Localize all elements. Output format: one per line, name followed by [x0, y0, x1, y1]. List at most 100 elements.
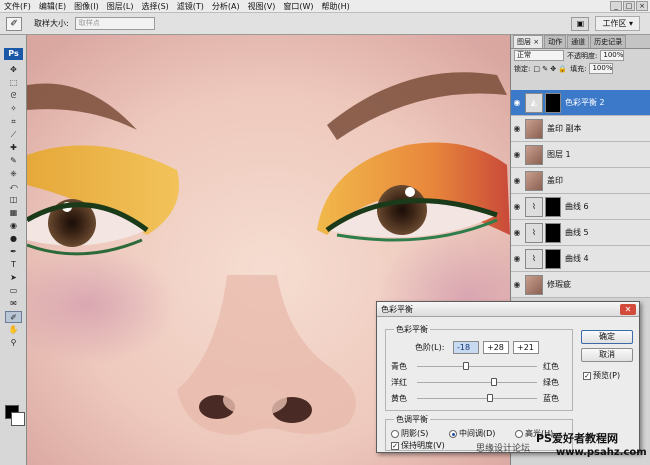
menu-item-1[interactable]: 编辑(E)	[35, 0, 70, 13]
layer-row[interactable]: ◉ 盖印	[511, 168, 650, 194]
move-icon[interactable]: ✥	[5, 64, 22, 76]
panel-tab-0[interactable]: 图层 ×	[513, 35, 544, 48]
hand-icon[interactable]: ✋	[5, 324, 22, 336]
gradient-icon[interactable]: ▦	[5, 207, 22, 219]
dialog-title-bar[interactable]: 色彩平衡 ✕	[377, 302, 639, 317]
yellow-blue-track[interactable]	[417, 398, 537, 399]
magenta-green-track[interactable]	[417, 382, 537, 383]
blend-mode-select[interactable]: 正常	[514, 50, 564, 61]
eye-icon[interactable]: ◉	[511, 280, 523, 289]
midtones-option[interactable]: 中间调(D)	[449, 428, 495, 439]
layer-row[interactable]: ◉ ⌇ 曲线 4	[511, 246, 650, 272]
crop-icon[interactable]: ⌗	[5, 116, 22, 128]
panel-tab-2[interactable]: 通道	[567, 35, 590, 48]
minimize-button[interactable]: _	[610, 1, 622, 11]
clone-stamp-icon[interactable]: ⎈	[5, 168, 22, 180]
menu-item-7[interactable]: 视图(V)	[244, 0, 280, 13]
panel-tab-1[interactable]: 动作	[544, 35, 567, 48]
preserve-luminosity-option[interactable]: ✓ 保持明度(V)	[391, 440, 445, 451]
shadows-option[interactable]: 阴影(S)	[391, 428, 428, 439]
menu-item-9[interactable]: 帮助(H)	[318, 0, 354, 13]
level-yellow-blue-field[interactable]: +21	[513, 341, 539, 354]
eye-icon[interactable]: ◉	[511, 124, 523, 133]
preserve-luminosity-checkbox[interactable]: ✓	[391, 441, 399, 450]
fill-label: 填充:	[570, 64, 587, 73]
blur-icon[interactable]: ◉	[5, 220, 22, 232]
midtones-label: 中间调(D)	[459, 429, 496, 438]
brush-icon[interactable]: ✎	[5, 155, 22, 167]
lasso-icon[interactable]: ᘓ	[5, 90, 22, 102]
eye-icon[interactable]: ◉	[511, 202, 523, 211]
level-cyan-red-field[interactable]: -18	[453, 341, 479, 354]
notes-icon[interactable]: ✉	[5, 298, 22, 310]
history-brush-icon[interactable]: ⤺	[5, 181, 22, 193]
eyedropper-icon[interactable]: ✐	[5, 311, 22, 323]
cyan-red-track[interactable]	[417, 366, 537, 367]
level-magenta-green-field[interactable]: +28	[483, 341, 509, 354]
layer-name: 盖印 副本	[547, 124, 582, 133]
eraser-icon[interactable]: ◫	[5, 194, 22, 206]
layer-thumbnail	[525, 274, 543, 295]
preview-checkbox[interactable]: ✓	[583, 371, 591, 380]
menu-item-8[interactable]: 窗口(W)	[279, 0, 317, 13]
path-selection-icon[interactable]: ➤	[5, 272, 22, 284]
workspace-button[interactable]: 工作区 ▾	[595, 16, 640, 31]
dialog-close-button[interactable]: ✕	[620, 304, 636, 315]
panel-tab-3[interactable]: 历史记录	[590, 35, 627, 48]
layer-row[interactable]: ◉ 图层 1	[511, 142, 650, 168]
preview-option[interactable]: ✓ 预览(P)	[583, 370, 620, 381]
bridge-icon[interactable]: ▣	[571, 16, 590, 31]
layer-row[interactable]: ◉ 盖印 副本	[511, 116, 650, 142]
shadows-radio[interactable]	[391, 429, 399, 438]
healing-brush-icon[interactable]: ✚	[5, 142, 22, 154]
eye-icon[interactable]: ◉	[511, 176, 523, 185]
eye-icon[interactable]: ◉	[511, 228, 523, 237]
layer-row[interactable]: ◉ 修瑕疵	[511, 272, 650, 298]
pen-icon[interactable]: ✒	[5, 246, 22, 258]
watermark-site-name: PS爱好者教程网	[536, 432, 618, 445]
dodge-icon[interactable]: ●	[5, 233, 22, 245]
shape-icon[interactable]: ▭	[5, 285, 22, 297]
fill-field[interactable]: 100%	[589, 63, 614, 74]
eye-icon[interactable]: ◉	[511, 98, 523, 107]
type-icon[interactable]: T	[5, 259, 22, 271]
layer-name: 曲线 4	[565, 254, 589, 263]
menu-item-5[interactable]: 滤镜(T)	[173, 0, 208, 13]
close-button[interactable]: ×	[636, 1, 648, 11]
preserve-label: 保持明度(V)	[401, 441, 445, 450]
lock-row: 锁定: □ ✎ ✥ 🔒 填充: 100%	[511, 62, 650, 75]
magic-wand-icon[interactable]: ✧	[5, 103, 22, 115]
panel-tabs: 图层 × 动作 通道 历史记录	[511, 35, 650, 49]
dialog-title: 色彩平衡	[381, 305, 413, 314]
watermark-url: www.psahz.com	[556, 447, 647, 458]
yellow-blue-slider-thumb[interactable]	[486, 394, 493, 402]
opacity-field[interactable]: 100%	[600, 50, 625, 61]
watermark-forum: 思缘设计论坛	[476, 444, 531, 454]
eye-icon[interactable]: ◉	[511, 150, 523, 159]
magenta-green-slider-thumb[interactable]	[490, 378, 497, 386]
ok-button[interactable]: 确定	[581, 330, 633, 344]
highlights-radio[interactable]	[515, 429, 523, 438]
menu-item-6[interactable]: 分析(A)	[208, 0, 244, 13]
sample-size-select[interactable]: 取样点	[74, 17, 155, 30]
menu-item-2[interactable]: 图像(I)	[70, 0, 103, 13]
menu-item-4[interactable]: 选择(S)	[137, 0, 172, 13]
background-color-swatch[interactable]	[11, 412, 25, 426]
slice-icon[interactable]: ⟋	[5, 129, 22, 141]
zoom-icon[interactable]: ⚲	[5, 337, 22, 349]
options-bar: ✐ 取样大小: 取样点 ▣ 工作区 ▾	[0, 13, 650, 35]
layer-row[interactable]: ◉ ⌇ 曲线 6	[511, 194, 650, 220]
midtones-radio[interactable]	[449, 429, 457, 438]
lock-icons[interactable]: □ ✎ ✥ 🔒	[533, 65, 567, 73]
cyan-red-slider-thumb[interactable]	[463, 362, 470, 370]
cancel-button[interactable]: 取消	[581, 348, 633, 362]
menu-item-0[interactable]: 文件(F)	[0, 0, 35, 13]
eye-icon[interactable]: ◉	[511, 254, 523, 263]
menu-item-3[interactable]: 图层(L)	[103, 0, 138, 13]
layer-row[interactable]: ◉ ◭ 色彩平衡 2	[511, 90, 650, 116]
layer-row[interactable]: ◉ ⌇ 曲线 5	[511, 220, 650, 246]
marquee-icon[interactable]: ⬚	[5, 77, 22, 89]
eyedropper-icon[interactable]: ✐	[6, 16, 22, 31]
restore-button[interactable]: □	[623, 1, 635, 11]
slider-magenta-label: 洋红	[391, 378, 407, 387]
